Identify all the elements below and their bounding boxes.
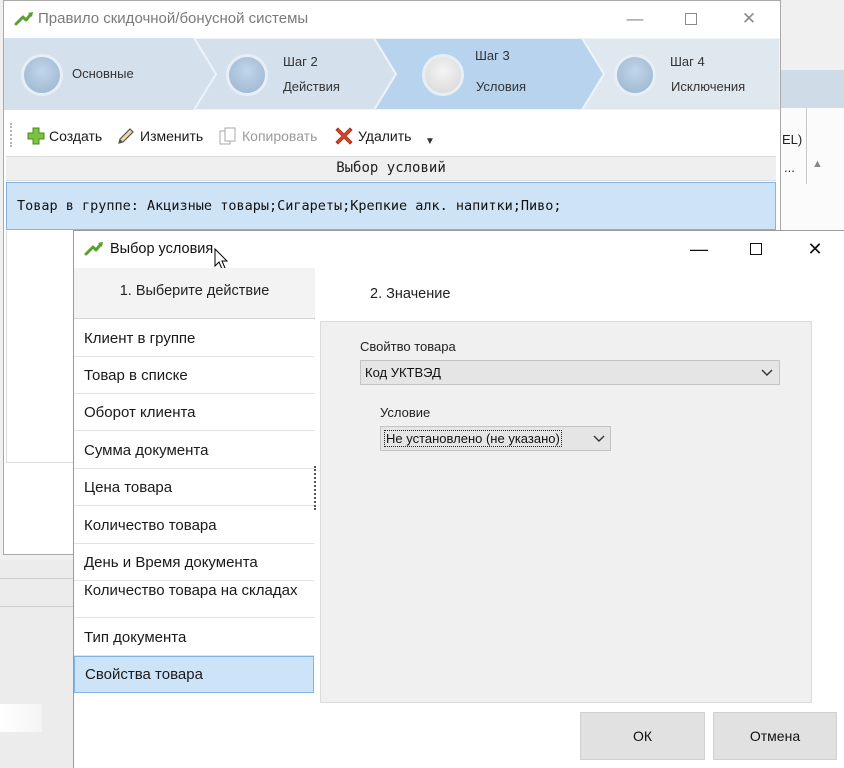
copy-icon xyxy=(219,127,236,145)
toolbar-grip[interactable] xyxy=(10,123,13,147)
list-item[interactable]: Сумма документа xyxy=(74,432,314,469)
divider xyxy=(0,606,76,607)
edit-button[interactable]: Изменить xyxy=(116,124,203,148)
copy-button[interactable]: Копировать xyxy=(218,124,317,148)
minimize-icon[interactable]: — xyxy=(676,234,722,264)
property-label: Свойтво товара xyxy=(360,339,456,354)
scroll-up-icon[interactable]: ▲ xyxy=(812,158,823,170)
chevron-down-icon[interactable] xyxy=(591,430,607,446)
background-grid-ellipsis: ... xyxy=(784,160,795,175)
create-button[interactable]: Создать xyxy=(27,124,102,148)
wizard-steps: Основные Шаг 2 Действия Шаг 3 Условия Ша… xyxy=(4,38,780,110)
edit-button-label: Изменить xyxy=(140,128,204,144)
copy-button-label: Копировать xyxy=(242,128,318,144)
step-4-exceptions[interactable]: Шаг 4 Исключения xyxy=(604,38,780,110)
step-3-conditions[interactable]: Шаг 3 Условия xyxy=(408,38,588,110)
conditions-grid-row[interactable]: Товар в группе: Акцизные товары;Сигареты… xyxy=(6,182,776,230)
property-select[interactable]: Код УКТВЭД xyxy=(360,360,780,385)
step-label: Условия xyxy=(476,79,527,94)
close-icon[interactable]: ✕ xyxy=(726,5,772,33)
step-label: Действия xyxy=(283,79,340,94)
list-item[interactable]: Тип документа xyxy=(74,619,314,656)
step-indicator xyxy=(21,54,63,96)
minimize-icon[interactable]: — xyxy=(612,5,658,33)
list-item[interactable]: Клиент в группе xyxy=(74,320,314,357)
step-label: Основные xyxy=(72,66,134,81)
list-item[interactable]: Количество товара xyxy=(74,507,314,544)
app-arrow-icon xyxy=(84,242,103,256)
rule-window-title: Правило скидочной/бонусной системы xyxy=(38,10,309,27)
ok-button[interactable]: ОК xyxy=(580,712,705,760)
condition-select[interactable]: Не установлено (не указано) xyxy=(380,426,611,451)
chevron-down-icon[interactable] xyxy=(759,364,775,380)
step-indicator xyxy=(226,54,268,96)
list-item[interactable]: Цена товара xyxy=(74,469,314,506)
list-item[interactable]: День и Время документа xyxy=(74,544,314,581)
background-lower-area xyxy=(0,560,76,768)
plus-icon xyxy=(27,127,45,145)
conditions-grid-header: Выбор условий xyxy=(6,156,776,181)
step-indicator xyxy=(614,54,656,96)
cancel-button[interactable]: Отмена xyxy=(713,712,837,760)
splitter-handle[interactable] xyxy=(314,466,317,510)
step-label: Исключения xyxy=(671,79,746,94)
app-arrow-icon xyxy=(14,12,33,26)
delete-button[interactable]: Удалить xyxy=(334,124,411,148)
step-number: Шаг 3 xyxy=(475,48,510,63)
condition-select-value: Не установлено (не указано) xyxy=(384,430,562,447)
toolbar-overflow-icon[interactable]: ▼ xyxy=(425,136,435,147)
background-grid-divider xyxy=(806,108,807,184)
step-main[interactable]: Основные xyxy=(4,38,204,110)
delete-x-icon xyxy=(335,127,353,145)
delete-button-label: Удалить xyxy=(358,128,412,144)
step-number: Шаг 4 xyxy=(670,54,705,69)
background-field xyxy=(0,704,42,732)
list-item[interactable]: Количество товара на складах xyxy=(74,581,314,618)
step-indicator-active xyxy=(422,54,464,96)
list-item[interactable]: Товар в списке xyxy=(74,357,314,394)
background-band xyxy=(780,70,844,108)
choose-action-header: 1. Выберите действие xyxy=(74,268,315,319)
list-item[interactable]: Оборот клиента xyxy=(74,394,314,431)
step-2-actions[interactable]: Шаг 2 Действия xyxy=(216,38,386,110)
step-number: Шаг 2 xyxy=(283,54,318,69)
divider xyxy=(0,578,76,579)
pencil-icon xyxy=(118,128,134,144)
list-item-selected[interactable]: Свойства товара xyxy=(74,656,314,693)
background-grid-header-text: EL) xyxy=(782,132,803,147)
maximize-icon[interactable] xyxy=(733,234,779,264)
action-list: Клиент в группе Товар в списке Оборот кл… xyxy=(74,320,315,704)
condition-label: Условие xyxy=(380,405,431,420)
close-icon[interactable]: ✕ xyxy=(792,234,838,264)
condition-dialog-title: Выбор условия xyxy=(110,241,214,257)
value-header: 2. Значение xyxy=(370,286,451,302)
maximize-icon[interactable] xyxy=(668,5,714,33)
create-button-label: Создать xyxy=(49,128,103,144)
